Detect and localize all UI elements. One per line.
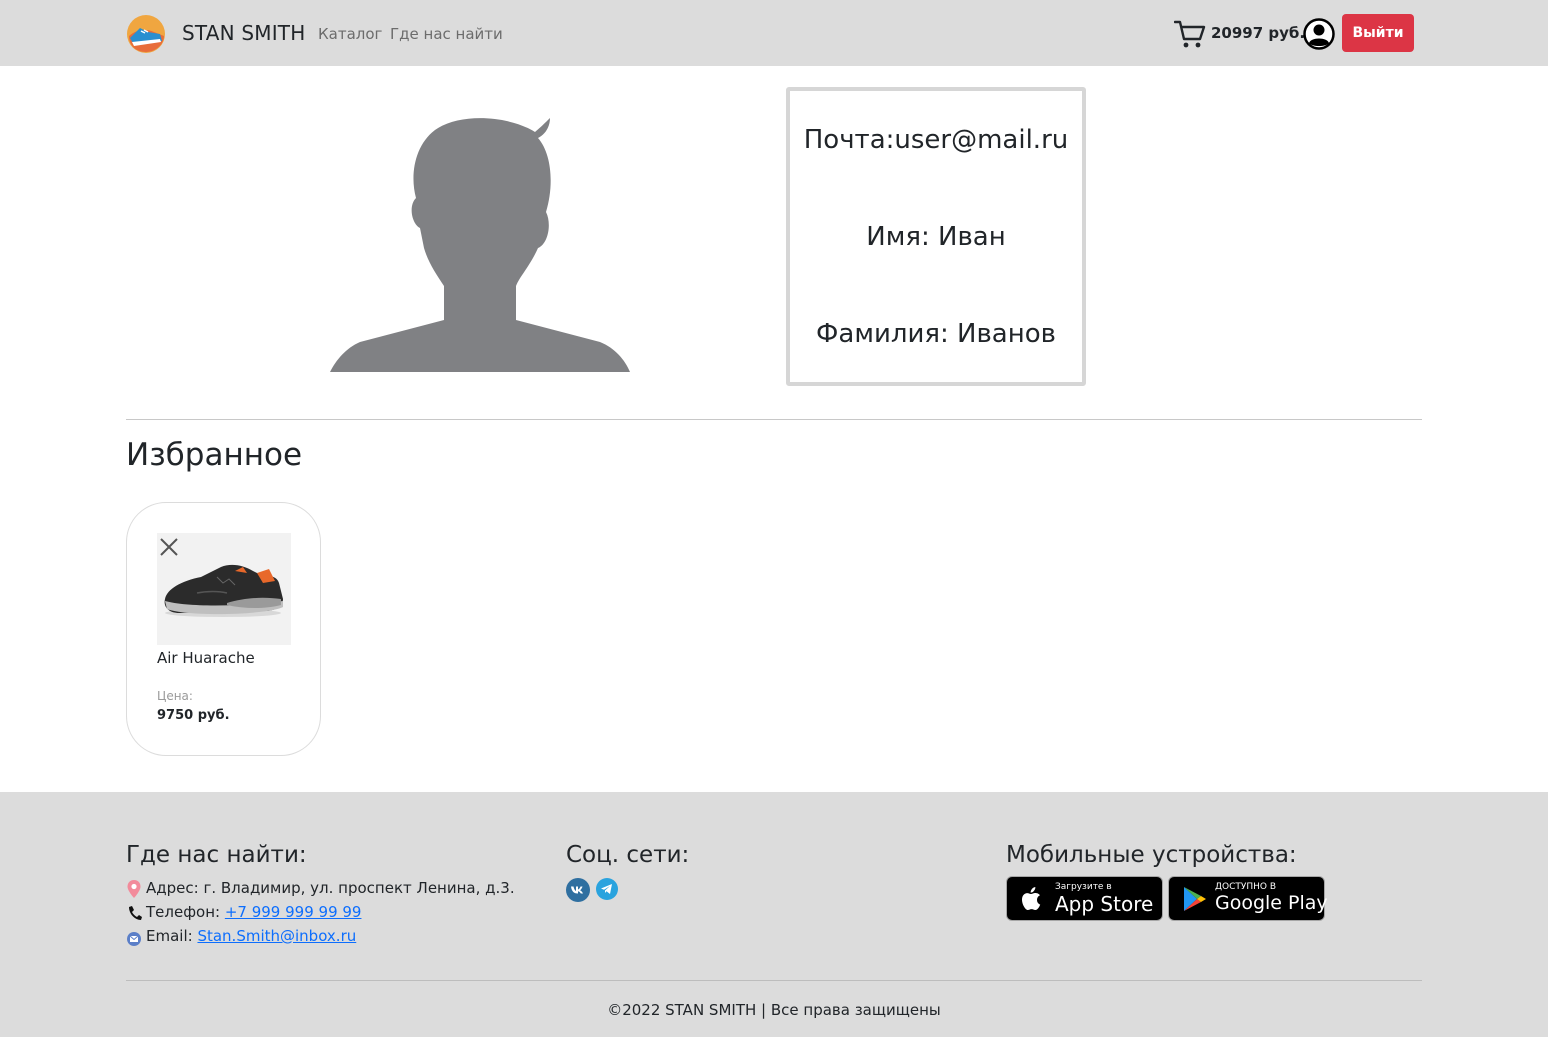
apple-icon <box>1022 887 1041 910</box>
footer-email-label: Email: <box>146 927 198 945</box>
googleplay-button[interactable]: ДОСТУПНО В Google Play <box>1168 876 1328 921</box>
googleplay-big-text: Google Play <box>1215 892 1328 914</box>
product-name[interactable]: Air Huarache <box>157 649 255 667</box>
footer-phone-link[interactable]: +7 999 999 99 99 <box>225 903 362 921</box>
footer-email-link[interactable]: Stan.Smith@inbox.ru <box>197 927 356 945</box>
nav-catalog-link[interactable]: Каталог <box>318 25 382 43</box>
copyright-text: ©2022 STAN SMITH | Все права защищены <box>607 1001 941 1019</box>
user-account-icon[interactable] <box>1303 18 1335 50</box>
logo-icon[interactable] <box>126 14 166 54</box>
footer: Где нас найти: Соц. сети: Мобильные устр… <box>0 792 1548 1037</box>
appstore-button[interactable]: Загрузите в App Store <box>1006 876 1163 921</box>
product-price: 9750 руб. <box>157 708 230 723</box>
avatar-placeholder-icon <box>330 118 630 372</box>
appstore-big-text: App Store <box>1055 892 1154 916</box>
favorites-title: Избранное <box>126 437 303 473</box>
appstore-small-text: Загрузите в <box>1055 882 1112 892</box>
profile-name: Имя: Иван <box>866 222 1006 252</box>
vk-icon[interactable] <box>566 878 590 902</box>
mail-icon <box>127 932 141 946</box>
navbar: STAN SMITH Каталог Где нас найти 20997 р… <box>0 0 1548 66</box>
telegram-icon[interactable] <box>596 878 618 900</box>
section-divider <box>126 419 1422 420</box>
profile-info-box: Почта:user@mail.ru Имя: Иван Фамилия: Ив… <box>786 87 1086 386</box>
footer-address: Адрес: г. Владимир, ул. проспект Ленина,… <box>146 879 515 897</box>
favorite-product-card[interactable]: Air Huarache Цена: 9750 руб. <box>126 502 321 756</box>
phone-icon <box>129 906 142 920</box>
cart-total[interactable]: 20997 руб. <box>1211 24 1305 42</box>
footer-mobile-heading: Мобильные устройства: <box>1006 842 1297 868</box>
googleplay-small-text: ДОСТУПНО В <box>1215 882 1277 892</box>
nav-find-us-link[interactable]: Где нас найти <box>390 25 503 43</box>
google-play-icon <box>1184 887 1206 911</box>
footer-phone-label: Телефон: <box>146 903 225 921</box>
remove-favorite-icon[interactable] <box>158 536 180 558</box>
cart-icon[interactable] <box>1174 19 1206 49</box>
price-label: Цена: <box>157 689 193 703</box>
profile-email: Почта:user@mail.ru <box>803 125 1069 155</box>
footer-social-heading: Соц. сети: <box>566 842 690 868</box>
location-pin-icon <box>127 880 141 898</box>
footer-divider <box>126 980 1422 981</box>
logout-button[interactable]: Выйти <box>1342 14 1414 52</box>
profile-surname: Фамилия: Иванов <box>816 319 1056 349</box>
footer-find-heading: Где нас найти: <box>126 842 307 868</box>
brand-name[interactable]: STAN SMITH <box>182 21 305 45</box>
